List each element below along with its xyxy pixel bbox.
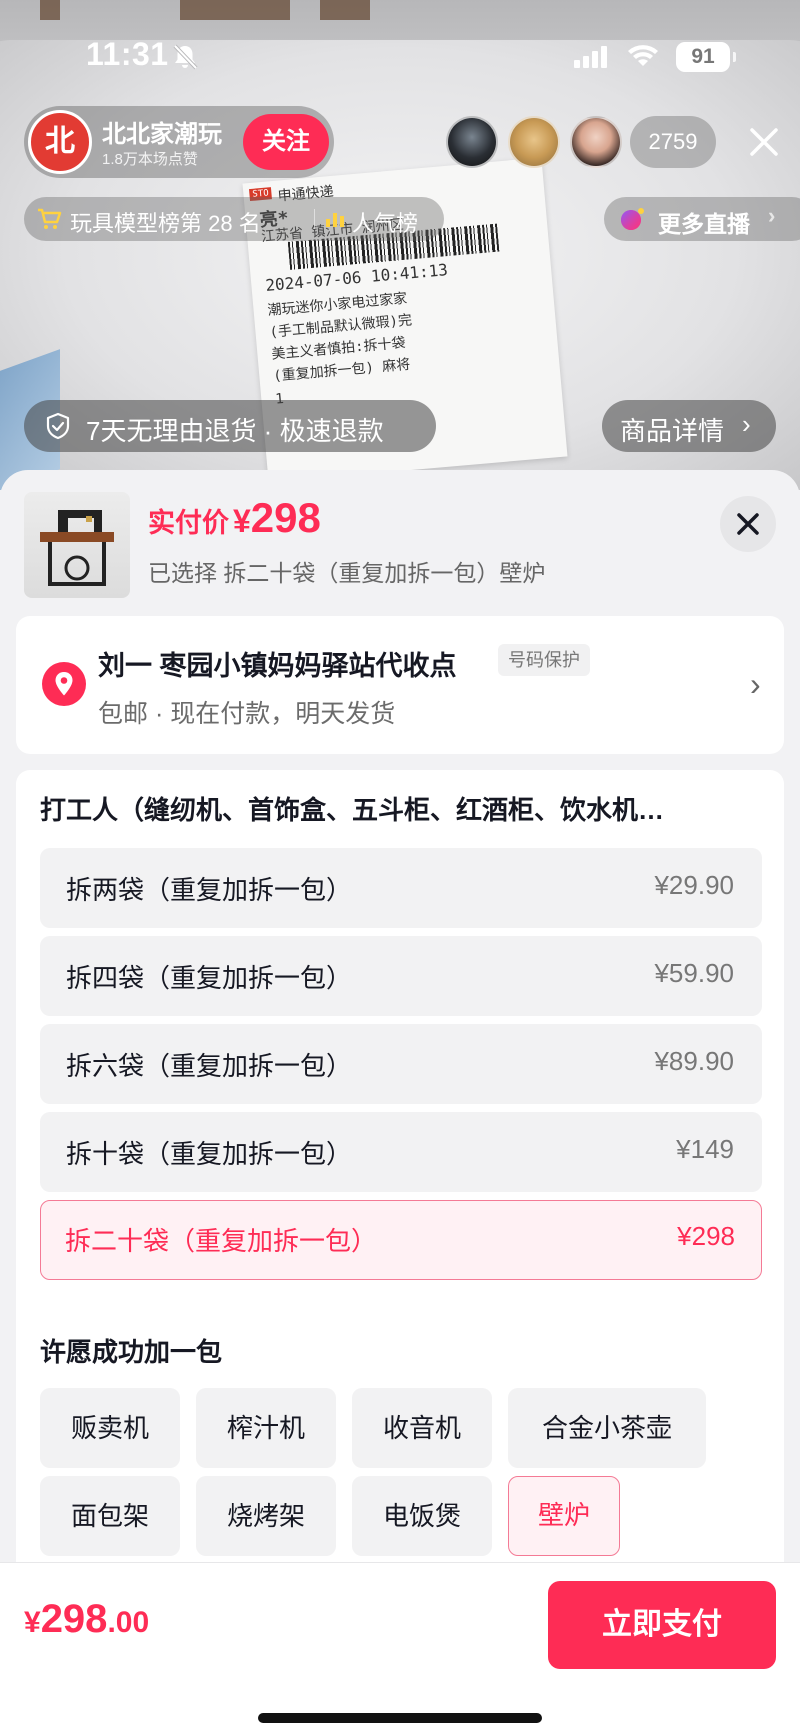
chevron-right-icon: › bbox=[742, 409, 751, 439]
wish-group-title: 许愿成功加一包 bbox=[40, 1337, 223, 1367]
wish-chip[interactable]: 贩卖机 bbox=[40, 1388, 180, 1468]
option-price: ¥89.90 bbox=[654, 1046, 734, 1076]
streamer-avatar[interactable]: 北 bbox=[28, 110, 92, 174]
streamer-likes: 1.8万本场点赞 bbox=[102, 151, 198, 168]
wish-chip[interactable]: 收音机 bbox=[352, 1388, 492, 1468]
more-live-button[interactable]: 更多直播 › bbox=[604, 197, 800, 241]
paid-price: 实付价 ¥298 bbox=[148, 494, 321, 542]
ranking-pill[interactable]: 玩具模型榜第 28 名 人气榜 bbox=[24, 197, 444, 241]
miniature-cabinet bbox=[180, 0, 290, 20]
wish-chip[interactable]: 面包架 bbox=[40, 1476, 180, 1556]
shipping-info: 包邮 · 现在付款，明天发货 bbox=[98, 700, 396, 728]
wish-chip[interactable]: 烧烤架 bbox=[196, 1476, 336, 1556]
close-sheet-button[interactable] bbox=[720, 496, 776, 552]
close-icon[interactable] bbox=[746, 120, 782, 164]
viewer-avatar[interactable] bbox=[446, 116, 498, 168]
furniture-leg bbox=[40, 0, 60, 20]
cart-icon bbox=[38, 208, 62, 229]
selected-spec-text: 已选择 拆二十袋（重复加拆一包）壁炉 bbox=[148, 560, 546, 586]
ranking-text: 玩具模型榜第 28 名 bbox=[70, 211, 261, 236]
clock: 11:31 bbox=[86, 36, 169, 72]
currency-symbol: ¥ bbox=[233, 503, 251, 539]
option-price: ¥59.90 bbox=[654, 958, 734, 988]
checkout-bar: ¥298.00 立即支付 bbox=[0, 1562, 800, 1734]
wish-chip[interactable]: 合金小茶壶 bbox=[508, 1388, 706, 1468]
streamer-name: 北北家潮玩 bbox=[102, 121, 222, 148]
option-label: 拆十袋（重复加拆一包） bbox=[66, 1139, 353, 1169]
total-price: ¥298.00 bbox=[24, 1597, 149, 1642]
location-pin-icon bbox=[42, 662, 86, 706]
currency-symbol: ¥ bbox=[24, 1606, 41, 1639]
address-card[interactable]: 刘一 枣园小镇妈妈驿站代收点 号码保护 包邮 · 现在付款，明天发货 › bbox=[16, 616, 784, 754]
total-decimal: .00 bbox=[107, 1606, 150, 1639]
chevron-right-icon: › bbox=[768, 203, 776, 228]
option-label: 拆六袋（重复加拆一包） bbox=[66, 1051, 353, 1081]
sewing-machine-image bbox=[40, 510, 114, 586]
option-price: ¥298 bbox=[677, 1221, 735, 1251]
recipient-and-address: 刘一 枣园小镇妈妈驿站代收点 bbox=[98, 651, 457, 681]
popularity-icon bbox=[326, 213, 344, 227]
spec-option[interactable]: 拆两袋（重复加拆一包） ¥29.90 bbox=[40, 848, 762, 928]
viewer-count[interactable]: 2759 bbox=[630, 116, 716, 168]
price-label: 实付价 bbox=[148, 508, 229, 538]
option-price: ¥149 bbox=[676, 1134, 734, 1164]
miniature-cabinet bbox=[320, 0, 370, 20]
option-price: ¥29.90 bbox=[654, 870, 734, 900]
divider bbox=[314, 209, 315, 229]
pay-now-button[interactable]: 立即支付 bbox=[548, 1581, 776, 1669]
product-detail-label: 商品详情 bbox=[620, 416, 725, 446]
spec-option-selected[interactable]: 拆二十袋（重复加拆一包） ¥298 bbox=[40, 1200, 762, 1280]
more-live-icon bbox=[621, 208, 644, 230]
product-thumbnail[interactable] bbox=[24, 492, 130, 598]
number-protection-badge: 号码保护 bbox=[498, 644, 590, 676]
spec-option[interactable]: 拆十袋（重复加拆一包） ¥149 bbox=[40, 1112, 762, 1192]
spec-option[interactable]: 拆六袋（重复加拆一包） ¥89.90 bbox=[40, 1024, 762, 1104]
option-label: 拆两袋（重复加拆一包） bbox=[66, 875, 353, 905]
viewer-avatar[interactable] bbox=[508, 116, 560, 168]
wish-chip-selected[interactable]: 壁炉 bbox=[508, 1476, 620, 1556]
streamer-info[interactable]: 北 北北家潮玩 1.8万本场点赞 关注 bbox=[24, 106, 334, 178]
return-policy-text: 7天无理由退货 · 极速退款 bbox=[86, 416, 384, 446]
total-integer: 298 bbox=[40, 1597, 108, 1641]
cellular-signal-icon bbox=[574, 44, 607, 68]
follow-button[interactable]: 关注 bbox=[243, 114, 329, 170]
more-live-label: 更多直播 bbox=[658, 211, 750, 237]
bell-off-icon bbox=[173, 44, 198, 70]
return-policy-pill[interactable]: 7天无理由退货 · 极速退款 bbox=[24, 400, 436, 452]
product-detail-button[interactable]: 商品详情 › bbox=[602, 400, 776, 452]
home-indicator[interactable] bbox=[258, 1713, 542, 1723]
price-value: 298 bbox=[250, 494, 321, 541]
spec-option[interactable]: 拆四袋（重复加拆一包） ¥59.90 bbox=[40, 936, 762, 1016]
wifi-icon bbox=[628, 45, 658, 66]
wish-chip[interactable]: 电饭煲 bbox=[352, 1476, 492, 1556]
popularity-label: 人气榜 bbox=[352, 211, 419, 236]
wish-chip[interactable]: 榨汁机 bbox=[196, 1388, 336, 1468]
close-icon bbox=[737, 513, 759, 535]
option-label: 拆二十袋（重复加拆一包） bbox=[65, 1226, 378, 1256]
status-bar: 11:31 91 bbox=[0, 36, 800, 80]
purchase-sheet: 实付价 ¥298 已选择 拆二十袋（重复加拆一包）壁炉 刘一 枣园小镇妈妈驿站代收… bbox=[0, 470, 800, 1734]
viewer-avatar[interactable] bbox=[570, 116, 622, 168]
spec-group-title: 打工人（缝纫机、首饰盒、五斗柜、红酒柜、饮水机… bbox=[40, 795, 665, 825]
option-label: 拆四袋（重复加拆一包） bbox=[66, 963, 353, 993]
chevron-right-icon: › bbox=[750, 666, 761, 702]
battery-indicator: 91 bbox=[676, 42, 736, 72]
shield-check-icon bbox=[46, 412, 70, 440]
